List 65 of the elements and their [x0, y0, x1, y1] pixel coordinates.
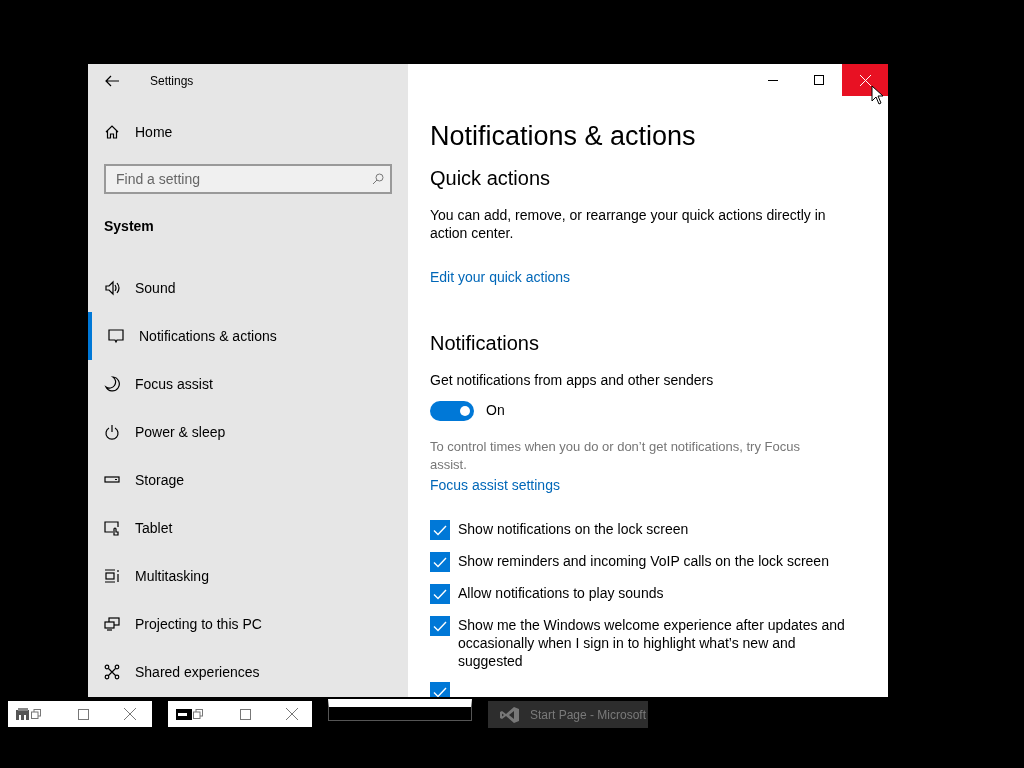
maximize-icon[interactable] [240, 708, 251, 720]
search-field[interactable]: Find a setting [104, 164, 392, 194]
mouse-cursor-icon [871, 85, 884, 105]
minimized-window[interactable] [168, 701, 312, 727]
sidebar-item[interactable]: Multitasking [88, 552, 408, 600]
checkbox[interactable] [430, 616, 450, 636]
restore-icon[interactable] [31, 709, 41, 719]
sidebar-item[interactable]: Power & sleep [88, 408, 408, 456]
sidebar-item[interactable]: Tablet [88, 504, 408, 552]
close-icon[interactable] [286, 708, 298, 720]
description-text: You can add, remove, or rearrange your quick actions directly in action center. [430, 206, 827, 242]
tablet-icon [104, 520, 120, 536]
restore-icon[interactable] [193, 709, 203, 719]
checkbox-label: Allow notifications to play sounds [458, 584, 665, 602]
hint-text: To control times when you do or don’t get notifications, try Focus assist. [430, 438, 801, 474]
visual-studio-icon [500, 705, 520, 724]
app-window-icon [16, 708, 30, 720]
sidebar-item[interactable]: Shared experiences [88, 648, 408, 696]
sidebar-item[interactable]: Notifications & actions [88, 312, 408, 360]
search-icon [372, 173, 384, 185]
home-nav-item[interactable]: Home [88, 120, 408, 144]
check-icon [433, 620, 447, 632]
multitasking-icon [104, 568, 120, 584]
edit-quick-actions-link[interactable]: Edit your quick actions [430, 267, 571, 288]
maximize-icon [814, 75, 824, 85]
focus-assist-settings-link[interactable]: Focus assist settings [430, 475, 560, 496]
checkbox[interactable] [430, 520, 450, 540]
monitors-icon [104, 616, 120, 632]
section-heading: System [103, 217, 155, 236]
taskbar-label: Start Page - Microsoft [530, 706, 647, 724]
checkbox[interactable] [430, 552, 450, 572]
section-heading: Notifications [430, 331, 540, 356]
check-icon [433, 556, 447, 568]
check-icon [433, 686, 447, 697]
speech-bubble-icon [108, 328, 124, 344]
close-icon [859, 74, 871, 86]
close-icon[interactable] [124, 708, 136, 720]
checkbox[interactable] [430, 682, 450, 697]
speaker-icon [104, 280, 120, 296]
toggle-state-text: On [486, 401, 505, 420]
sidebar-item[interactable]: Storage [88, 456, 408, 504]
checkbox-label: Show reminders and incoming VoIP calls on the lock screen [458, 552, 830, 570]
sidebar-item[interactable]: Focus assist [88, 360, 408, 408]
maximize-icon[interactable] [78, 708, 89, 720]
power-icon [104, 424, 120, 440]
checkbox-label: Show notifications on the lock screen [458, 520, 690, 538]
checkbox-label: Show me the Windows welcome experience after updates and occasionally when I sign in to highlight what’s new and suggested [458, 616, 846, 670]
close-button[interactable] [842, 64, 888, 96]
check-icon [433, 524, 447, 536]
console-icon [176, 708, 192, 720]
minimized-window[interactable] [328, 699, 472, 721]
section-heading: Quick actions [430, 166, 552, 191]
check-icon [433, 588, 447, 600]
moon-icon [104, 376, 120, 392]
sidebar-item[interactable]: Sound [88, 264, 408, 312]
minimized-window[interactable] [8, 701, 152, 727]
page-title: Notifications & actions [430, 120, 697, 153]
network-nodes-icon [104, 664, 120, 680]
toggle-switch[interactable] [430, 400, 474, 421]
sidebar-item[interactable]: Projecting to this PC [88, 600, 408, 648]
toggle-label: Get notifications from apps and other senders [430, 371, 715, 389]
back-arrow-icon [105, 75, 119, 87]
window-title: Settings [150, 73, 194, 90]
checkbox[interactable] [430, 584, 450, 604]
home-icon [104, 124, 120, 140]
